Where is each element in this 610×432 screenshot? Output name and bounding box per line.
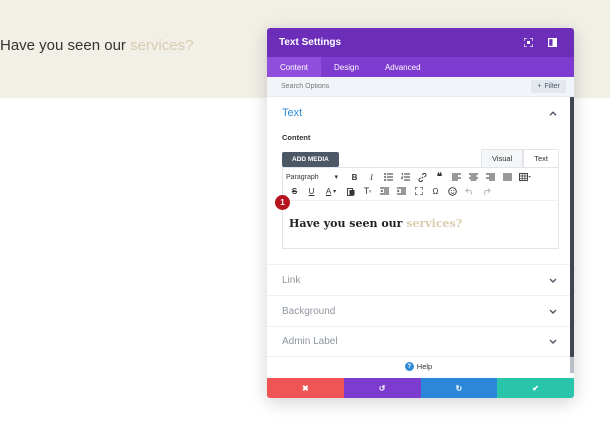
help-link[interactable]: ? Help [267,362,570,371]
tab-content[interactable]: Content [267,57,322,77]
align-left-icon[interactable] [448,170,465,184]
modal-title: Text Settings [279,37,342,48]
help-label: Help [416,362,433,371]
section-link[interactable]: Link [267,264,574,295]
hero-text-accent: services? [130,37,194,54]
filter-label: Filter [544,83,560,90]
modal-tabs: Content Design Advanced [267,57,574,77]
redo-icon: ↻ [455,383,463,393]
section-link-title: Link [282,274,301,286]
hero-heading: Have you seen our services? [0,37,193,54]
modal-body: Text Content ADD MEDIA Visual Text Parag… [267,97,574,373]
link-icon[interactable] [414,170,431,184]
clear-format-icon[interactable]: Tₓ [359,184,376,198]
chevron-down-icon [547,336,559,348]
section-admin-label-title: Admin Label [282,336,338,347]
sidebar-icon[interactable] [542,36,562,50]
section-admin-label[interactable]: Admin Label [267,326,574,357]
indent-icon[interactable] [393,184,410,198]
content-field-label: Content [282,133,311,142]
page: Have you seen our services? Text Setting… [0,0,610,432]
plus-icon: + [537,83,542,90]
redo-icon[interactable] [478,184,495,198]
section-background-title: Background [282,305,336,317]
outdent-icon[interactable] [376,184,393,198]
table-icon[interactable] [516,170,533,184]
modal-footer: ✖ ↺ ↻ ✔ [267,378,574,398]
save-button[interactable]: ✔ [497,378,574,398]
chevron-up-icon [547,107,559,119]
section-background[interactable]: Background [267,295,574,326]
align-center-icon[interactable] [465,170,482,184]
redo-button[interactable]: ↻ [420,378,498,398]
bold-icon[interactable]: B [346,170,363,184]
section-text-title: Text [282,107,303,119]
numbered-list-icon[interactable] [397,170,414,184]
search-input[interactable] [281,83,532,90]
close-icon: ✖ [302,383,309,393]
check-icon: ✔ [532,383,539,393]
help-icon: ? [404,362,414,371]
italic-icon[interactable]: I [363,170,380,184]
chevron-down-icon [547,274,559,286]
paragraph-select-value: Paragraph [286,173,319,181]
hero-text-main: Have you seen our [0,37,131,54]
blockquote-icon[interactable]: ❝ [431,170,448,184]
editor-toolbar: Paragraph ▾ B I ❝ S U A ▾ T ₓ Ω [283,168,558,201]
editor-text-main: Have you seen our [289,217,407,230]
bullet-list-icon[interactable] [380,170,397,184]
editor-tab-text[interactable]: Text [523,149,559,167]
special-character-icon[interactable]: Ω [427,184,444,198]
scrollbar-track[interactable] [570,97,574,373]
underline-icon[interactable]: U [303,184,320,198]
search-bar: + Filter [267,77,574,97]
tab-design[interactable]: Design [321,57,372,77]
editor-content-area[interactable]: 1 Have you seen our services? [275,195,558,248]
discard-button[interactable]: ✖ [267,378,344,398]
paragraph-select[interactable]: Paragraph ▾ [286,173,342,182]
expand-icon[interactable] [518,36,538,50]
media-row: ADD MEDIA Visual Text [282,147,559,167]
editor-text-accent: services? [406,217,463,230]
editor-tab-visual[interactable]: Visual [480,149,524,167]
rich-text-editor: Paragraph ▾ B I ❝ S U A ▾ T ₓ Ω 1 Have y… [275,167,559,249]
strikethrough-icon[interactable]: S [286,184,303,198]
undo-icon[interactable] [461,184,478,198]
step-badge: 1 [275,195,290,210]
align-justify-icon[interactable] [499,170,516,184]
emoticon-icon[interactable] [444,184,461,198]
chevron-down-icon [547,305,559,317]
section-text: Text Content ADD MEDIA Visual Text Parag… [267,97,574,249]
paste-icon[interactable] [342,184,359,198]
undo-icon: ↺ [378,383,386,393]
editor-content-text: Have you seen our services? [289,217,558,230]
scrollbar-thumb[interactable] [570,97,574,357]
text-settings-modal: Text Settings Content Design Advanced + … [267,28,574,398]
tab-advanced[interactable]: Advanced [372,57,434,77]
text-color-icon[interactable]: A ▾ [320,184,342,198]
add-media-button[interactable]: ADD MEDIA [282,152,339,167]
align-right-icon[interactable] [482,170,499,184]
filter-button[interactable]: + Filter [531,80,566,93]
section-text-header[interactable]: Text [282,107,559,119]
modal-header: Text Settings [267,28,574,57]
fullscreen-icon[interactable] [410,184,427,198]
caret-down-icon: ▾ [334,174,338,181]
undo-button[interactable]: ↺ [343,378,421,398]
